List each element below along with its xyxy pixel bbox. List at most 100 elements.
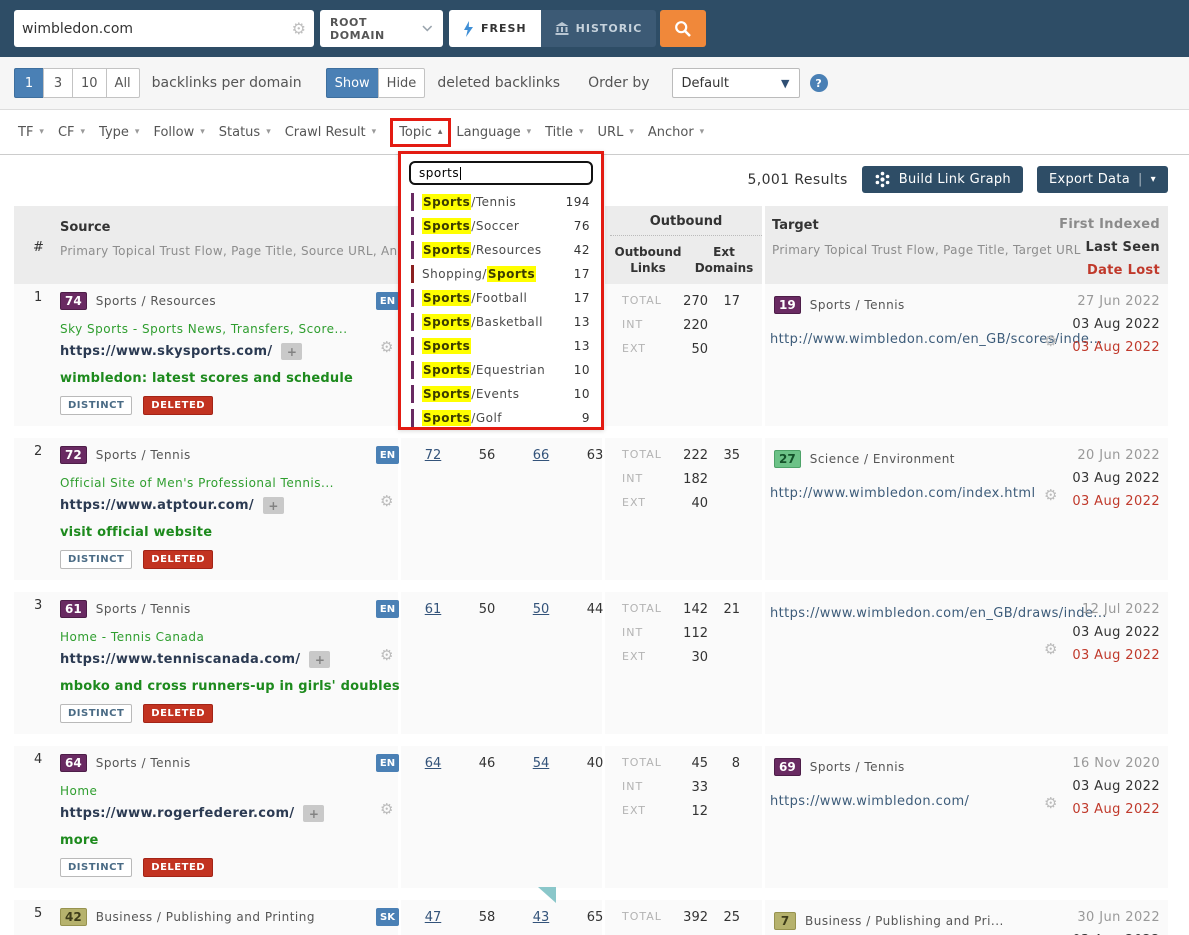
lightning-icon [463, 21, 474, 37]
show-deleted-button[interactable]: Show [326, 68, 379, 98]
target-gear-icon[interactable]: ⚙ [1044, 488, 1057, 503]
topic-accent-bar [411, 241, 414, 259]
target-trust-flow-badge: 27 [774, 450, 801, 468]
source-topic: Sports / Tennis [96, 756, 191, 770]
topic-option[interactable]: Sports 13 [405, 334, 597, 358]
filter-tf[interactable]: TF▾ [18, 125, 44, 140]
ext-domains-value: 8 [704, 756, 740, 771]
metric-tf-link[interactable]: 47 [406, 910, 460, 925]
anchor-text: wimbledon: latest scores and schedule [60, 371, 353, 386]
topic-option[interactable]: Sports/Football 17 [405, 286, 597, 310]
source-gear-icon[interactable]: ⚙ [380, 802, 393, 817]
topic-option[interactable]: Sports/Golf 9 [405, 406, 597, 430]
topic-option[interactable]: Sports/Soccer 76 [405, 214, 597, 238]
topic-accent-bar [411, 313, 414, 331]
filter-language[interactable]: Language▾ [456, 125, 531, 140]
target-url-link[interactable]: https://www.wimbledon.com/ [770, 794, 969, 809]
source-page-title-link[interactable]: Home - Tennis Canada [60, 630, 204, 644]
distinct-badge: DISTINCT [60, 704, 132, 723]
deleted-backlinks-label: deleted backlinks [437, 75, 560, 91]
hide-deleted-button[interactable]: Hide [378, 68, 426, 98]
filter-follow[interactable]: Follow▾ [153, 125, 204, 140]
per-domain-3-button[interactable]: 3 [43, 68, 73, 98]
source-gear-icon[interactable]: ⚙ [380, 648, 393, 663]
source-url-link[interactable]: https://www.atptour.com/ [60, 498, 254, 513]
gear-icon[interactable]: ⚙ [292, 21, 306, 37]
target-url-link[interactable]: http://www.wimbledon.com/index.html [770, 486, 1035, 501]
filter-title[interactable]: Title▾ [545, 125, 583, 140]
per-domain-1-button[interactable]: 1 [14, 68, 44, 98]
source-gear-icon[interactable]: ⚙ [380, 494, 393, 509]
column-dates: First Indexed Last Seen Date Lost [1059, 213, 1160, 282]
order-by-label: Order by [588, 75, 649, 91]
per-domain-all-button[interactable]: All [106, 68, 140, 98]
expand-plus-button[interactable]: + [263, 497, 284, 514]
ext-domains-value: 17 [704, 294, 740, 309]
column-ext-domains: Ext Domains [686, 244, 762, 276]
help-icon[interactable]: ? [810, 74, 828, 92]
filter-cf[interactable]: CF▾ [58, 125, 85, 140]
target-url-link[interactable]: https://www.wimbledon.com/en_GB/draws/in… [770, 606, 1107, 621]
topic-option[interactable]: Sports/Basketball 13 [405, 310, 597, 334]
filter-url[interactable]: URL▾ [598, 125, 634, 140]
expand-plus-button[interactable]: + [309, 651, 330, 668]
historic-index-button[interactable]: HISTORIC [541, 10, 657, 47]
source-url-link[interactable]: https://www.skysports.com/ [60, 344, 272, 359]
source-url-link[interactable]: https://www.rogerfederer.com/ [60, 806, 294, 821]
target-gear-icon[interactable]: ⚙ [1044, 642, 1057, 657]
per-domain-10-button[interactable]: 10 [72, 68, 107, 98]
topic-search-input[interactable]: sports [409, 161, 593, 185]
chevron-down-icon: ▾ [1151, 174, 1156, 185]
chevron-down-icon: ▾ [81, 127, 86, 137]
topic-count: 10 [574, 363, 590, 377]
target-gear-icon[interactable]: ⚙ [1044, 334, 1057, 349]
metric-domain-tf-link[interactable]: 50 [514, 602, 568, 617]
metric-tf-link[interactable]: 72 [406, 448, 460, 463]
source-topic: Business / Publishing and Printing [96, 910, 315, 924]
metric-domain-tf-link[interactable]: 54 [514, 756, 568, 771]
metric-tf-link[interactable]: 64 [406, 756, 460, 771]
topic-option[interactable]: Sports/Resources 42 [405, 238, 597, 262]
source-gear-icon[interactable]: ⚙ [380, 340, 393, 355]
metric-domain-tf-link[interactable]: 43 [514, 910, 568, 925]
topic-option[interactable]: Sports/Equestrian 10 [405, 358, 597, 382]
column-num: # [33, 240, 44, 255]
target-gear-icon[interactable]: ⚙ [1044, 796, 1057, 811]
expand-plus-button[interactable]: + [303, 805, 324, 822]
chevron-down-icon: ▾ [266, 127, 271, 137]
scope-select[interactable]: ROOT DOMAIN [320, 10, 443, 47]
source-page-title-link[interactable]: Home [60, 784, 97, 798]
filter-status[interactable]: Status▾ [219, 125, 271, 140]
first-indexed-date: 20 Jun 2022 [1072, 444, 1160, 467]
source-topic: Sports / Tennis [96, 602, 191, 616]
fresh-index-button[interactable]: FRESH [449, 10, 541, 47]
topic-option[interactable]: Sports/Tennis 194 [405, 190, 597, 214]
filter-topic[interactable]: Topic▴ [390, 118, 451, 147]
controls-bar: 1 3 10 All backlinks per domain Show Hid… [0, 57, 1189, 110]
search-submit-button[interactable] [660, 10, 706, 47]
target-topic: Business / Publishing and Pri... [805, 914, 1004, 928]
metric-tf-link[interactable]: 61 [406, 602, 460, 617]
target-topic-line: 27 Science / Environment [774, 450, 955, 468]
topic-option[interactable]: Shopping/Sports 17 [405, 262, 597, 286]
expand-plus-button[interactable]: + [281, 343, 302, 360]
topic-option[interactable]: Sports/Events 10 [405, 382, 597, 406]
chevron-down-icon: ▾ [700, 127, 705, 137]
filter-crawl-result[interactable]: Crawl Result▾ [285, 125, 376, 140]
row-number: 2 [34, 444, 42, 459]
domain-search-input[interactable] [22, 21, 292, 37]
export-data-button[interactable]: Export Data | ▾ [1037, 166, 1168, 193]
outbound-links-cell: TOTAL 270 INT 220 EXT 50 [622, 294, 708, 366]
filter-type[interactable]: Type▾ [99, 125, 139, 140]
deleted-badge: DELETED [143, 704, 213, 723]
metric-domain-tf-link[interactable]: 66 [514, 448, 568, 463]
order-by-select[interactable]: Default ▼ [672, 68, 800, 98]
metric-domain-cf: 44 [568, 602, 622, 617]
domain-search-box[interactable]: ⚙ [14, 10, 314, 47]
topic-accent-bar [411, 337, 414, 355]
source-url-link[interactable]: https://www.tenniscanada.com/ [60, 652, 300, 667]
filter-anchor[interactable]: Anchor▾ [648, 125, 704, 140]
source-page-title-link[interactable]: Sky Sports - Sports News, Transfers, Sco… [60, 322, 348, 336]
build-link-graph-button[interactable]: Build Link Graph [862, 166, 1023, 193]
source-page-title-link[interactable]: Official Site of Men's Professional Tenn… [60, 476, 334, 490]
